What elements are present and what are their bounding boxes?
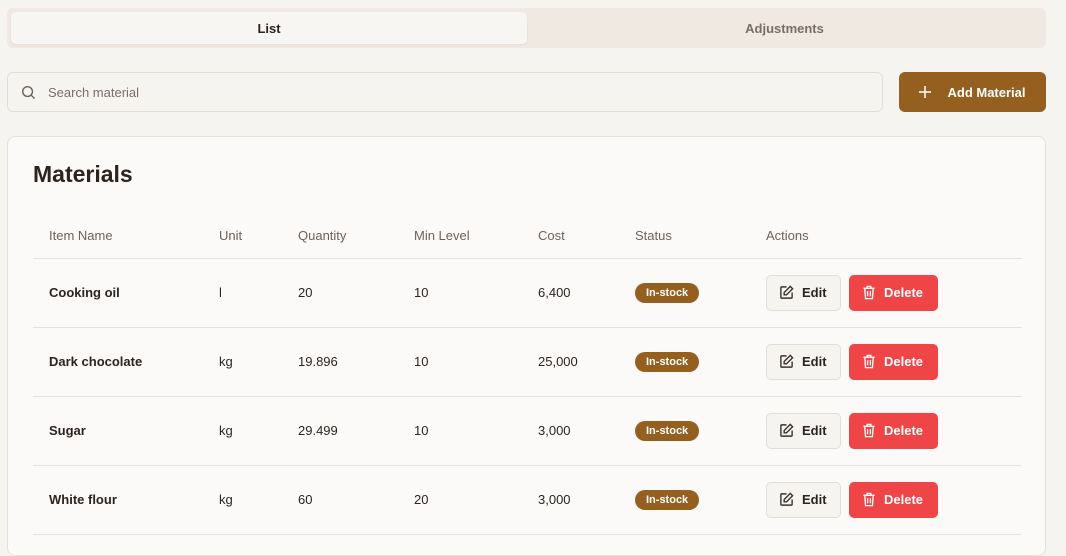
item-min-level: 10 [398, 396, 522, 466]
trash-icon [863, 285, 875, 300]
status-cell: In-stock [619, 258, 750, 328]
edit-icon [780, 423, 794, 437]
item-quantity: 29.499 [282, 396, 398, 466]
column-header: Unit [203, 213, 282, 259]
edit-label: Edit [802, 492, 827, 507]
column-header: Min Level [398, 213, 522, 259]
delete-button[interactable]: Delete [849, 274, 938, 311]
tab-bar: List Adjustments [7, 8, 1046, 48]
delete-label: Delete [884, 354, 924, 369]
item-unit: kg [203, 327, 282, 397]
edit-button[interactable]: Edit [766, 412, 841, 449]
table-row: Cooking oil l 20 10 6,400 In-stock Edit D… [33, 258, 1022, 328]
column-header: Cost [522, 213, 619, 259]
item-cost: 6,400 [522, 258, 619, 328]
column-header: Actions [750, 213, 1022, 259]
status-badge: In-stock [635, 351, 700, 372]
materials-table: Item Name Unit Quantity Min Level Cost Status… [33, 213, 1022, 535]
item-cost: 25,000 [522, 327, 619, 397]
delete-button[interactable]: Delete [849, 343, 938, 380]
edit-icon [780, 285, 794, 299]
table-header: Item Name Unit Quantity Min Level Cost Status… [33, 213, 1022, 259]
add-material-button[interactable]: Add Material [899, 72, 1046, 112]
trash-icon [863, 354, 875, 369]
item-unit: l [203, 258, 282, 328]
column-header: Quantity [282, 213, 398, 259]
tab-adjustments[interactable]: Adjustments [527, 12, 1042, 44]
column-header: Status [619, 213, 750, 259]
edit-label: Edit [802, 423, 827, 438]
status-badge: In-stock [635, 489, 700, 510]
item-min-level: 10 [398, 258, 522, 328]
page-title: Materials [33, 161, 133, 187]
item-quantity: 19.896 [282, 327, 398, 397]
trash-icon [863, 423, 875, 438]
trash-icon [863, 492, 875, 507]
item-name: Sugar [33, 396, 203, 466]
add-material-label: Add Material [947, 84, 1026, 100]
delete-label: Delete [884, 423, 924, 438]
tab-list[interactable]: List [11, 12, 527, 44]
item-name: Dark chocolate [33, 327, 203, 397]
item-min-level: 10 [398, 327, 522, 397]
materials-card: Materials Item Name Unit Quantity Min Level… [7, 136, 1046, 556]
actions-cell: Edit Delete [750, 396, 1022, 466]
edit-label: Edit [802, 354, 827, 369]
delete-button[interactable]: Delete [849, 412, 938, 449]
table-row: Sugar kg 29.499 10 3,000 In-stock Edit De… [33, 396, 1022, 466]
search-input[interactable] [48, 84, 848, 100]
status-cell: In-stock [619, 396, 750, 466]
status-badge: In-stock [635, 420, 700, 441]
edit-label: Edit [802, 285, 827, 300]
delete-label: Delete [884, 492, 924, 507]
status-badge: In-stock [635, 282, 700, 303]
item-name: Cooking oil [33, 258, 203, 328]
plus-icon [919, 86, 932, 98]
actions-cell: Edit Delete [750, 258, 1022, 328]
edit-icon [780, 492, 794, 506]
column-header: Item Name [33, 213, 203, 259]
delete-button[interactable]: Delete [849, 481, 938, 518]
table-row: Dark chocolate kg 19.896 10 25,000 In-st… [33, 327, 1022, 397]
delete-label: Delete [884, 285, 924, 300]
edit-button[interactable]: Edit [766, 274, 841, 311]
edit-button[interactable]: Edit [766, 343, 841, 380]
item-unit: kg [203, 396, 282, 466]
item-cost: 3,000 [522, 396, 619, 466]
edit-button[interactable]: Edit [766, 481, 841, 518]
actions-cell: Edit Delete [750, 327, 1022, 397]
status-cell: In-stock [619, 327, 750, 397]
edit-icon [780, 354, 794, 368]
search-icon [21, 85, 36, 99]
item-quantity: 20 [282, 258, 398, 328]
search-field [7, 72, 883, 112]
